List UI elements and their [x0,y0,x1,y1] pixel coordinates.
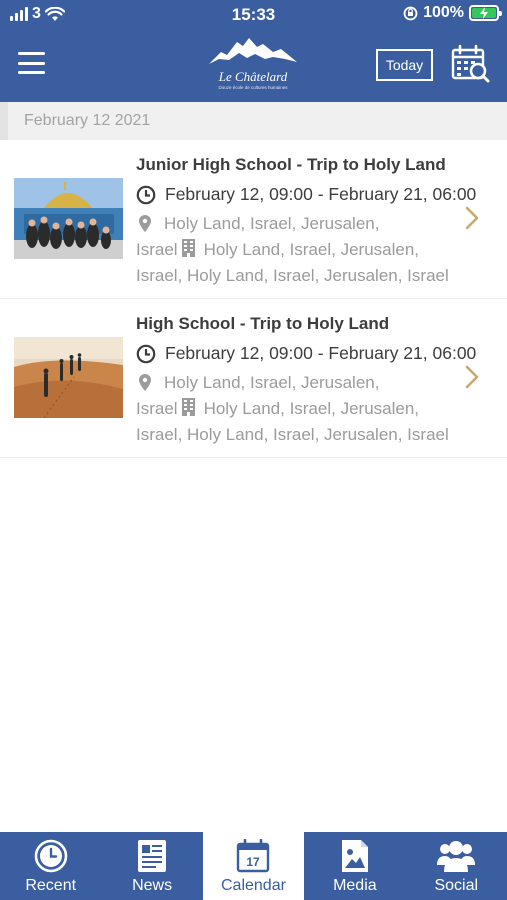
location-text-cont: Israel [136,240,178,259]
venue-text: Holy Land, Israel, Jerusalen, [203,399,420,418]
tab-label: Calendar [221,877,286,894]
logo-subtitle: Douze école de cultures humaines [218,85,288,90]
battery-percent: 100% [423,4,464,21]
calendar-icon: 17 [237,839,270,873]
tab-recent[interactable]: Recent [0,832,101,900]
calendar-badge: 17 [247,855,261,869]
building-icon [181,398,195,416]
bottom-tab-bar: Recent News 17 Calendar Media Social [0,832,507,900]
chevron-right-icon[interactable] [464,365,480,389]
clock-icon [136,344,156,363]
location-text-cont: Israel [136,399,178,418]
venue-text-cont: Israel, Holy Land, Israel, Jerusalen, Is… [136,425,449,444]
event-list-item[interactable]: High School - Trip to Holy Land February… [0,299,507,458]
tab-label: Media [333,877,377,894]
tab-label: Recent [25,877,77,894]
app-header: Le Châtelard Douze école de cultures hum… [0,28,507,102]
battery-icon [469,5,502,21]
event-title: High School - Trip to Holy Land [136,314,390,333]
people-icon [437,841,476,872]
building-icon [181,239,195,257]
tab-label: News [132,877,173,894]
clock-icon [34,839,67,873]
tab-news[interactable]: News [101,832,202,900]
calendar-search-icon[interactable] [450,44,490,84]
event-time: February 12, 09:00 - February 21, 06:00 [165,343,477,363]
today-button[interactable]: Today [376,49,433,81]
status-right: 100% [403,4,502,22]
logo-text: Le Châtelard [218,69,288,84]
clock-icon [136,185,156,204]
event-thumbnail-image [14,337,123,418]
event-location: Holy Land, Israel, Jerusalen, Israel Hol… [136,370,486,448]
mountain-logo-icon [209,38,297,64]
tab-label: Social [434,877,479,894]
status-bar: 3 15:33 100% [0,0,507,28]
location-text: Holy Land, Israel, Jerusalen, [164,373,380,392]
chevron-right-icon[interactable] [464,206,480,230]
event-time-row: February 12, 09:00 - February 21, 06:00 [136,184,476,205]
menu-icon[interactable] [18,52,45,74]
tab-calendar[interactable]: 17 Calendar [202,832,305,900]
date-header-text: February 12 2021 [24,112,151,129]
event-time-row: February 12, 09:00 - February 21, 06:00 [136,343,476,364]
newspaper-icon [138,840,167,872]
tab-social[interactable]: Social [406,832,507,900]
location-pin-icon [139,374,151,391]
tab-media[interactable]: Media [304,832,405,900]
venue-text-cont: Israel, Holy Land, Israel, Jerusalen, Is… [136,266,449,285]
image-icon [341,840,368,872]
date-section-header: February 12 2021 [0,102,507,140]
orientation-lock-icon [403,6,418,20]
venue-text: Holy Land, Israel, Jerusalen, [203,240,420,259]
event-title: Junior High School - Trip to Holy Land [136,155,446,174]
school-logo: Le Châtelard Douze école de cultures hum… [205,36,301,96]
location-text: Holy Land, Israel, Jerusalen, [164,214,380,233]
event-location: Holy Land, Israel, Jerusalen, Israel Hol… [136,211,486,289]
event-thumbnail-image [14,178,123,259]
date-header-accent [0,102,8,140]
location-pin-icon [139,215,151,232]
event-list-item[interactable]: Junior High School - Trip to Holy Land F… [0,140,507,299]
event-time: February 12, 09:00 - February 21, 06:00 [165,184,477,204]
